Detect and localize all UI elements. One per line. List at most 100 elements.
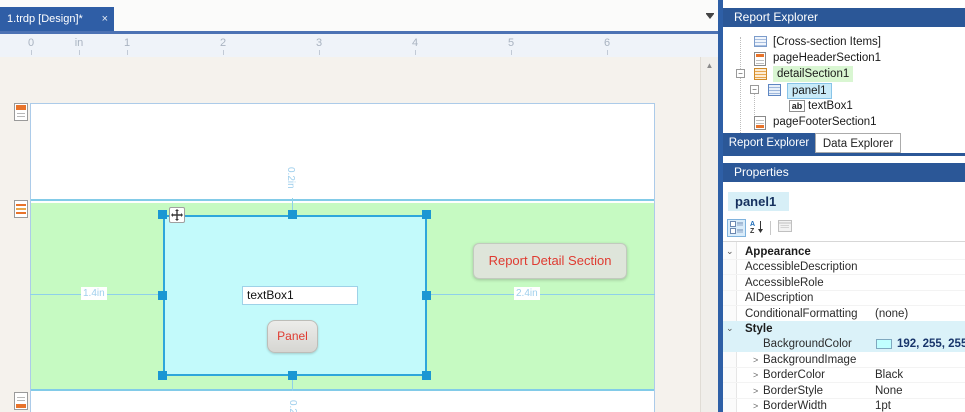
property-value[interactable]: 1pt [875,399,891,412]
property-row-bordercolor[interactable]: > BorderColor Black [723,367,965,384]
property-row-accessiblerole[interactable]: AccessibleRole [723,275,965,291]
ruler-tick [319,50,320,55]
detail-section-label-chip[interactable]: Report Detail Section [473,243,627,279]
design-vertical-scrollbar[interactable]: ▲ [700,57,718,412]
tree-collapse-icon[interactable]: − [736,69,745,78]
scrollbar-up-icon[interactable]: ▲ [701,61,718,70]
resize-handle-bottom-middle[interactable] [288,371,297,380]
property-name: BorderStyle [763,384,824,397]
property-row-borderwidth[interactable]: > BorderWidth 1pt [723,398,965,412]
properties-toolbar: A Z [723,219,965,239]
textbox-icon: ab [789,100,805,112]
tree-item-label: detailSection1 [773,66,854,82]
property-category-appearance[interactable]: ⌄ Appearance [723,244,965,260]
dimension-line-right [427,294,655,295]
ruler-tick [79,50,80,55]
property-name: AIDescription [745,292,814,305]
property-name: BorderWidth [763,400,827,412]
resize-handle-top-left[interactable] [158,210,167,219]
property-name: BackgroundColor [763,338,852,351]
property-expand-icon[interactable]: > [753,352,758,368]
property-row-aidescription[interactable]: AIDescription [723,290,965,307]
move-cursor-icon[interactable] [169,207,185,223]
explorer-tab-data-explorer[interactable]: Data Explorer [815,133,901,153]
property-category-style[interactable]: ⌄ Style [723,321,965,337]
tree-item-label: pageHeaderSection1 [773,52,882,64]
tree-item--cross-section-items-[interactable]: [Cross-section Items] [723,34,965,50]
explorer-tab-report-explorer[interactable]: Report Explorer [723,133,815,153]
category-collapse-icon[interactable]: ⌄ [726,243,734,259]
ruler-mark-label: 3 [315,37,323,49]
property-value[interactable]: Black [875,367,903,383]
tree-item-pagefootersection1[interactable]: pageFooterSection1 [723,114,965,130]
tree-item-label: pageFooterSection1 [773,116,877,128]
ruler-tick [415,50,416,55]
ruler-mark-label: 6 [603,37,611,49]
tab-close-icon[interactable]: × [102,7,108,31]
detail-section-icon[interactable] [14,200,28,218]
property-expand-icon[interactable]: > [753,367,758,383]
ruler-tick [31,50,32,55]
property-row-conditionalformatting[interactable]: ConditionalFormatting (none) [723,306,965,322]
panel-icon [768,84,781,99]
categorized-icon [729,221,743,234]
ruler-tick [607,50,608,55]
dimension-label-right: 2.4in [514,287,540,300]
ruler-mark-label: in [74,37,84,49]
textbox1-element[interactable]: textBox1 [242,286,358,305]
color-swatch[interactable] [876,339,892,350]
ruler-mark-label: 1 [123,37,131,49]
ruler-mark-label: 4 [411,37,419,49]
property-row-backgroundimage[interactable]: > BackgroundImage [723,352,965,368]
property-row-borderstyle[interactable]: > BorderStyle None [723,383,965,399]
document-tab[interactable]: 1.trdp [Design]* × [0,7,114,31]
ruler-tick [127,50,128,55]
property-row-backgroundcolor[interactable]: BackgroundColor 192, 255, 255 [723,336,965,353]
property-name: AccessibleRole [745,276,824,289]
resize-handle-middle-right[interactable] [422,291,431,300]
page-header-section[interactable] [31,104,654,201]
tree-item-pageheadersection1[interactable]: pageHeaderSection1 [723,50,965,66]
property-expand-icon[interactable]: > [753,398,758,412]
explorer-tab-strip: Report Explorer Data Explorer [723,133,965,153]
right-dock-panel: Report Explorer [Cross-section Items] pag… [723,0,965,412]
dimension-label-bottom: 0.2in [286,398,299,412]
category-collapse-icon[interactable]: ⌄ [726,320,734,336]
ruler-tick [511,50,512,55]
explorer-tabs-underline [723,153,965,156]
dimension-label-left: 1.4in [81,287,107,300]
categorized-view-button[interactable] [727,219,746,237]
property-value[interactable]: (none) [875,306,908,322]
tree-item-panel1[interactable]: − panel1 [723,82,965,99]
tree-item-textbox1[interactable]: ab textBox1 [723,98,965,114]
tab-list-dropdown-icon[interactable] [704,12,716,24]
resize-handle-bottom-left[interactable] [158,371,167,380]
toolbar-separator [770,221,771,235]
page-footer-icon [754,116,766,133]
ruler-tick [223,50,224,55]
resize-handle-bottom-right[interactable] [422,371,431,380]
explorer-tree: [Cross-section Items] pageHeaderSection1 −… [723,27,965,149]
dimension-label-top: 0.2in [284,165,297,191]
tree-item-label: panel1 [787,83,832,99]
tree-collapse-icon[interactable]: − [750,85,759,94]
document-tab-label: 1.trdp [Design]* [7,13,83,25]
alphabetical-sort-button[interactable]: A Z [748,219,767,237]
page-footer-section[interactable] [31,393,654,412]
property-value[interactable]: None [875,383,903,399]
panel-label-chip[interactable]: Panel [267,320,318,353]
page-footer-section-icon[interactable] [14,392,28,410]
resize-handle-top-right[interactable] [422,210,431,219]
property-name: BackgroundImage [763,353,857,366]
tree-item-label: textBox1 [808,100,853,112]
property-value[interactable]: 192, 255, 255 [897,336,965,352]
properties-header: Properties [723,163,965,182]
property-expand-icon[interactable]: > [753,383,758,399]
resize-handle-middle-left[interactable] [158,291,167,300]
property-row-accessibledescription[interactable]: AccessibleDescription [723,259,965,276]
page-header-section-icon[interactable] [14,103,28,121]
resize-handle-top-middle[interactable] [288,210,297,219]
report-explorer-header: Report Explorer [723,8,965,27]
design-canvas[interactable]: 1.4in 2.4in 0.2in 0.2in Report Detail Se… [0,57,718,412]
tree-item-detailsection1[interactable]: − detailSection1 [723,66,965,82]
